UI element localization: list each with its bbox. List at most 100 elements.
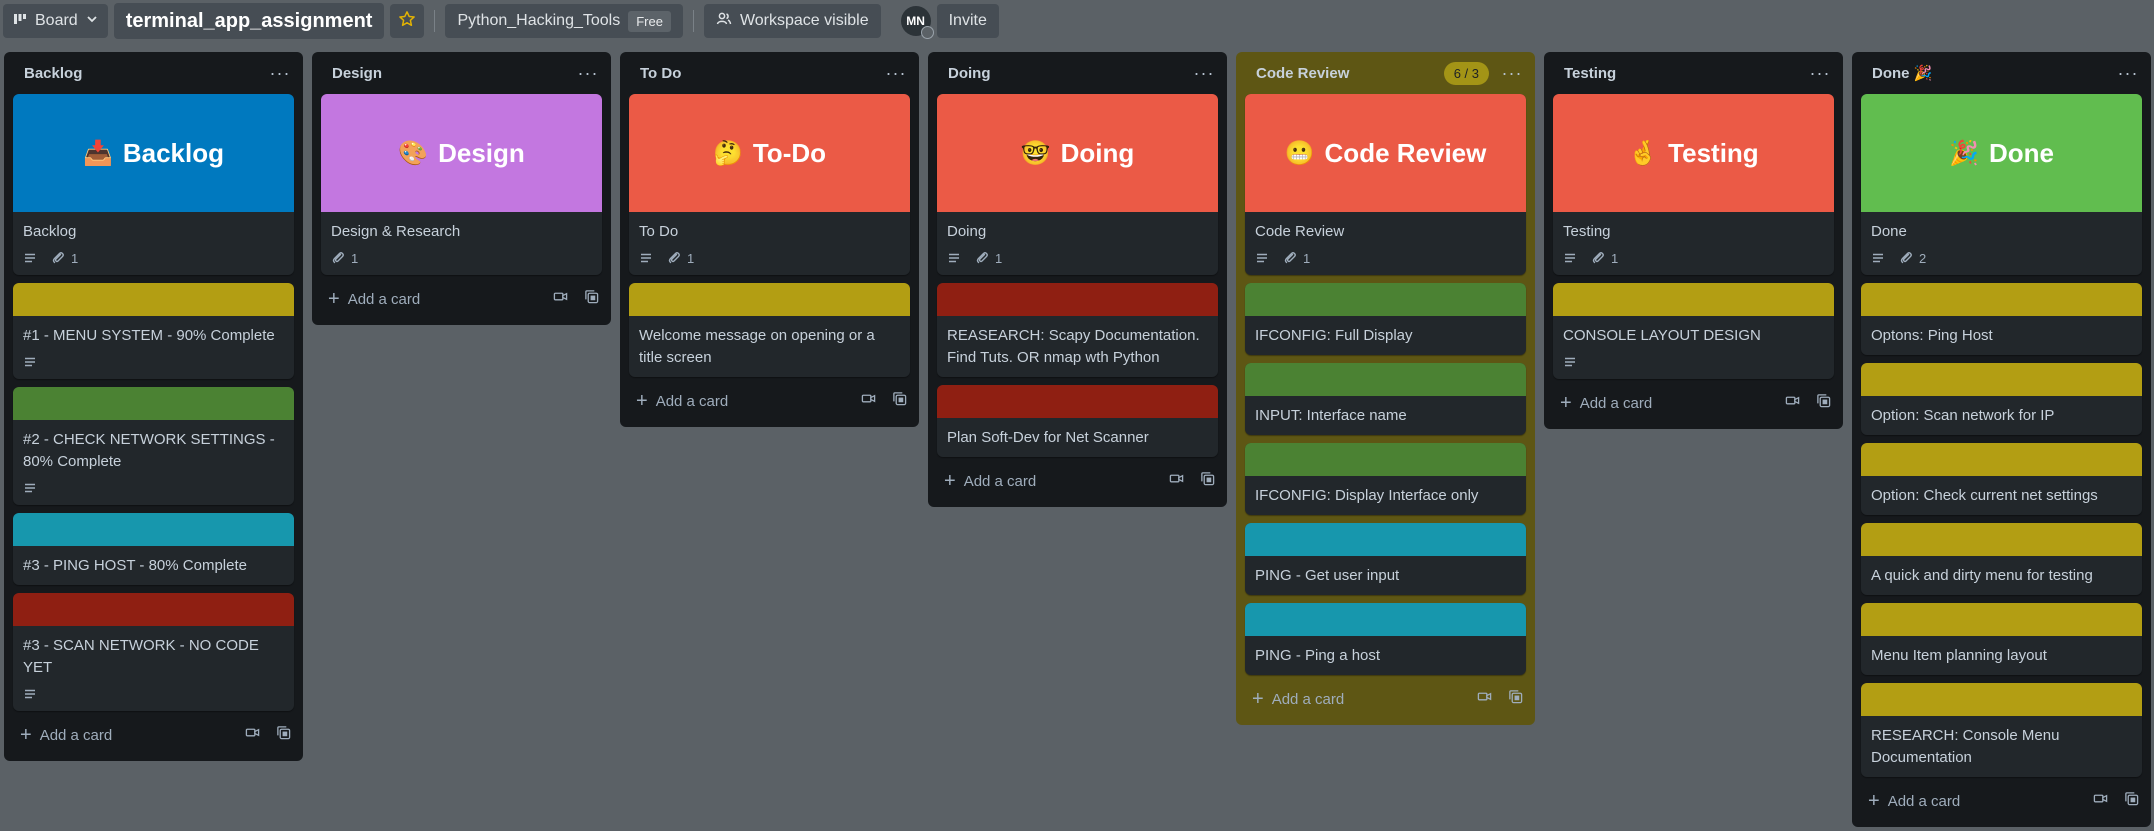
card[interactable]: REASEARCH: Scapy Documentation. Find Tut… [937,283,1218,377]
divider [692,10,694,32]
list-header[interactable]: Code Review 6 / 3 ··· [1236,52,1535,94]
avatar[interactable]: MN [900,6,934,39]
card-title: PING - Get user input [1255,567,1400,584]
list-title[interactable]: Testing [1564,65,1616,82]
add-card-label: Add a card [347,290,421,308]
workspace-button[interactable]: Python_Hacking_Tools Free [445,4,683,38]
list-title[interactable]: Code Review [1256,65,1349,82]
more-options-icon[interactable]: ··· [1191,63,1217,84]
card[interactable]: IFCONFIG: Full Display [1245,283,1526,355]
card[interactable]: PING - Get user input [1245,523,1526,595]
add-card-button[interactable]: + Add a card [1868,791,1960,811]
admin-badge-icon [920,26,934,39]
cover-card[interactable]: 🤞 Testing Testing 1 [1553,94,1834,275]
star-button[interactable] [390,4,425,38]
card-cover-color [937,385,1218,418]
wip-count-badge: 6 / 3 [1443,61,1489,85]
card[interactable]: A quick and dirty menu for testing [1861,523,2142,595]
card[interactable]: #3 - SCAN NETWORK - NO CODE YET [13,593,294,711]
list-title[interactable]: Done 🎉 [1872,64,1932,82]
create-from-template-icon[interactable] [1200,471,1215,491]
card[interactable]: IFCONFIG: Display Interface only [1245,443,1526,515]
create-from-template-icon[interactable] [584,289,599,309]
card[interactable]: Option: Check current net settings [1861,443,2142,515]
list-title[interactable]: To Do [640,65,681,82]
create-from-template-icon[interactable] [276,725,291,745]
add-card-button[interactable]: + Add a card [1560,393,1652,413]
cover-card[interactable]: 🤔 To-Do To Do 1 [629,94,910,275]
record-video-icon[interactable] [1785,393,1800,413]
card-body: IFCONFIG: Display Interface only [1245,476,1526,515]
cover-card[interactable]: 🎨 Design Design & Research 1 [321,94,602,275]
cover-card[interactable]: 📥 Backlog Backlog 1 [13,94,294,275]
cover-emoji: 🎉 [1949,139,1979,167]
cover-card[interactable]: 😬 Code Review Code Review 1 [1245,94,1526,275]
list-title[interactable]: Backlog [24,65,82,82]
cover-card[interactable]: 🤓 Doing Doing 1 [937,94,1218,275]
card[interactable]: Option: Scan network for IP [1861,363,2142,435]
card[interactable]: Menu Item planning layout [1861,603,2142,675]
card-title: Welcome message on opening or a title sc… [639,327,875,366]
cover-emoji: 🤞 [1628,139,1659,167]
list-header[interactable]: Design ··· [312,52,611,94]
record-video-icon[interactable] [1169,471,1184,491]
description-icon [23,251,37,265]
board-title[interactable]: terminal_app_assignment [113,3,385,39]
card[interactable]: Welcome message on opening or a title sc… [629,283,910,377]
cover-emoji: 🎨 [398,139,429,167]
list-header[interactable]: Done 🎉 ··· [1852,52,2151,94]
card-cover-color [13,513,294,546]
board-header: Board terminal_app_assignment Python_Hac… [0,0,2154,42]
more-options-icon[interactable]: ··· [1499,63,1525,84]
more-options-icon[interactable]: ··· [883,63,909,84]
cover-card[interactable]: 🎉 Done Done 2 [1861,94,2142,275]
card[interactable]: #3 - PING HOST - 80% Complete [13,513,294,585]
more-options-icon[interactable]: ··· [575,63,601,84]
record-video-icon[interactable] [1477,689,1492,709]
record-video-icon[interactable] [861,391,876,411]
card-cover-color [13,283,294,316]
card[interactable]: Optons: Ping Host [1861,283,2142,355]
card-cover-image: 🎉 Done [1861,94,2142,212]
card-list: 🎉 Done Done 2 Optons: Ping Host Option: Scan … [1852,94,2151,777]
create-from-template-icon[interactable] [1816,393,1831,413]
more-options-icon[interactable]: ··· [267,63,293,84]
create-from-template-icon[interactable] [1508,689,1523,709]
record-video-icon[interactable] [553,289,568,309]
create-from-template-icon[interactable] [2124,791,2139,811]
more-options-icon[interactable]: ··· [1807,63,1833,84]
add-card-button[interactable]: + Add a card [944,471,1036,491]
card[interactable]: Plan Soft-Dev for Net Scanner [937,385,1218,457]
card-badges [23,685,284,703]
create-from-template-icon[interactable] [892,391,907,411]
card-title: Plan Soft-Dev for Net Scanner [947,429,1149,446]
add-card-button[interactable]: + Add a card [20,725,112,745]
list-title[interactable]: Design [332,65,382,82]
card[interactable]: CONSOLE LAYOUT DESIGN [1553,283,1834,379]
invite-button[interactable]: Invite [936,4,999,38]
visibility-button[interactable]: Workspace visible [703,4,881,38]
card-badges [23,353,284,371]
card[interactable]: PING - Ping a host [1245,603,1526,675]
description-icon [1255,251,1269,265]
list-title[interactable]: Doing [948,65,991,82]
card[interactable]: INPUT: Interface name [1245,363,1526,435]
record-video-icon[interactable] [2093,791,2108,811]
add-card-label: Add a card [1579,394,1653,412]
more-options-icon[interactable]: ··· [2115,63,2141,84]
add-card-row: + Add a card [4,717,303,753]
card-badges: 2 [1871,249,2132,267]
list-header[interactable]: Doing ··· [928,52,1227,94]
record-video-icon[interactable] [245,725,260,745]
list-header[interactable]: Testing ··· [1544,52,1843,94]
card-title: RESEARCH: Console Menu Documentation [1871,727,2060,766]
list-header[interactable]: Backlog ··· [4,52,303,94]
card[interactable]: #2 - CHECK NETWORK SETTINGS - 80% Comple… [13,387,294,505]
add-card-button[interactable]: + Add a card [328,289,420,309]
list-header[interactable]: To Do ··· [620,52,919,94]
add-card-button[interactable]: + Add a card [636,391,728,411]
card[interactable]: RESEARCH: Console Menu Documentation [1861,683,2142,777]
add-card-button[interactable]: + Add a card [1252,689,1344,709]
view-switcher-button[interactable]: Board [3,4,108,38]
card[interactable]: #1 - MENU SYSTEM - 90% Complete [13,283,294,379]
